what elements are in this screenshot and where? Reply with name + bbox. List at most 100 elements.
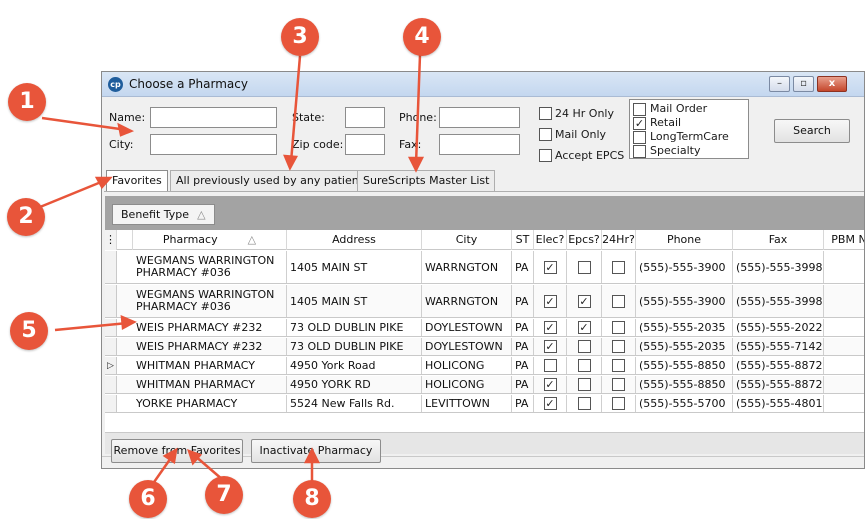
name-label: Name:	[109, 111, 146, 124]
table-row[interactable]: WEIS PHARMACY #232 73 OLD DUBLIN PIKE DOYL…	[105, 338, 864, 356]
specialty-checkbox[interactable]	[633, 145, 646, 158]
window-title: Choose a Pharmacy	[129, 77, 248, 91]
accept-epcs-checkbox[interactable]	[539, 149, 552, 162]
cell-elec: ✓	[534, 338, 567, 355]
table-row[interactable]: WHITMAN PHARMACY 4950 YORK RD HOLICONG PA ✓ (…	[105, 376, 864, 394]
state-input[interactable]	[345, 107, 385, 128]
city-input[interactable]	[150, 134, 277, 155]
hr24-checkbox[interactable]	[612, 359, 625, 372]
24hr-only-checkbox[interactable]	[539, 107, 552, 120]
title-bar[interactable]: cp Choose a Pharmacy – ▫ x	[102, 72, 864, 97]
column-header-pharmacy[interactable]: Pharmacy △	[133, 230, 287, 250]
cell-st: PA	[512, 285, 534, 317]
table-row[interactable]: ▷ WHITMAN PHARMACY 4950 York Road HOLICONG P…	[105, 357, 864, 375]
maximize-button[interactable]: ▫	[793, 76, 814, 92]
mail-only-checkbox[interactable]	[539, 128, 552, 141]
column-header-pbm[interactable]: PBM N	[824, 230, 864, 250]
current-row-icon: ▷	[107, 360, 114, 371]
epcs-checkbox[interactable]: ✓	[577, 321, 591, 334]
cell-st: PA	[512, 376, 534, 393]
hr24-checkbox[interactable]	[612, 294, 625, 308]
cell-hr24	[602, 251, 636, 283]
column-header-city[interactable]: City	[422, 230, 512, 250]
tab-all-previously-used[interactable]: All previously used by any patient	[170, 170, 370, 191]
row-selector[interactable]	[105, 338, 117, 355]
row-selector[interactable]	[105, 285, 117, 317]
row-selector[interactable]	[105, 376, 117, 393]
cell-elec: ✓	[534, 319, 567, 336]
epcs-checkbox[interactable]	[577, 340, 591, 353]
column-header-epcs[interactable]: Epcs?	[567, 230, 602, 250]
elec-checkbox[interactable]: ✓	[543, 294, 557, 308]
name-input[interactable]	[150, 107, 277, 128]
hr24-checkbox[interactable]	[612, 260, 625, 274]
specialty-label: Specialty	[650, 144, 701, 157]
elec-checkbox[interactable]: ✓	[543, 397, 557, 410]
cell-address: 5524 New Falls Rd.	[287, 395, 422, 412]
column-header-address[interactable]: Address	[287, 230, 422, 250]
cell-city: DOYLESTOWN	[422, 319, 512, 336]
column-header-24hr[interactable]: 24Hr?	[602, 230, 636, 250]
grid-header: ⋮ Pharmacy △ Address City ST Elec? Epcs? …	[105, 230, 864, 250]
cell-epcs	[567, 338, 602, 355]
epcs-checkbox[interactable]	[577, 359, 591, 372]
mail-order-checkbox[interactable]	[633, 103, 646, 116]
grid-menu-icon[interactable]: ⋮	[105, 230, 117, 250]
elec-checkbox[interactable]: ✓	[543, 378, 557, 391]
phone-input[interactable]	[439, 107, 520, 128]
retail-checkbox[interactable]: ✓	[633, 117, 646, 130]
cell-st: PA	[512, 251, 534, 283]
column-header-elec[interactable]: Elec?	[534, 230, 567, 250]
row-selector[interactable]: ▷	[105, 357, 117, 374]
elec-checkbox[interactable]: ✓	[543, 340, 557, 353]
tab-favorites[interactable]: Favorites	[106, 170, 168, 192]
benefit-type-group-chip[interactable]: Benefit Type △	[112, 204, 215, 225]
cell-pharmacy: YORKE PHARMACY	[133, 395, 287, 412]
hr24-checkbox[interactable]	[612, 397, 625, 410]
column-header-fax[interactable]: Fax	[733, 230, 824, 250]
elec-checkbox[interactable]	[543, 359, 557, 372]
mail-only-label: Mail Only	[555, 128, 607, 141]
column-header-pharmacy-label: Pharmacy	[162, 233, 218, 246]
cell-fax: (555)-555-7142	[733, 338, 824, 355]
epcs-checkbox[interactable]	[577, 397, 591, 410]
epcs-checkbox[interactable]: ✓	[577, 294, 591, 308]
tab-surescripts-master-list[interactable]: SureScripts Master List	[357, 170, 496, 191]
close-button[interactable]: x	[817, 76, 847, 92]
elec-checkbox[interactable]: ✓	[543, 321, 557, 334]
cell-elec: ✓	[534, 285, 567, 317]
elec-checkbox[interactable]: ✓	[543, 260, 557, 274]
column-header-phone[interactable]: Phone	[636, 230, 733, 250]
row-selector[interactable]	[105, 319, 117, 336]
zip-code-input[interactable]	[345, 134, 385, 155]
inactivate-pharmacy-button[interactable]: Inactivate Pharmacy	[251, 439, 381, 463]
row-selector[interactable]	[105, 251, 117, 283]
row-selector[interactable]	[105, 395, 117, 412]
remove-from-favorites-button[interactable]: Remove from Favorites	[111, 439, 243, 463]
table-row[interactable]: YORKE PHARMACY 5524 New Falls Rd. LEVITTOW…	[105, 395, 864, 413]
column-header-st[interactable]: ST	[512, 230, 534, 250]
callout-7: 7	[205, 476, 243, 514]
epcs-checkbox[interactable]	[577, 260, 591, 274]
hr24-checkbox[interactable]	[612, 321, 625, 334]
cell-pharmacy: WEIS PHARMACY #232	[133, 338, 287, 355]
epcs-checkbox[interactable]	[577, 378, 591, 391]
minimize-button[interactable]: –	[769, 76, 790, 92]
fax-input[interactable]	[439, 134, 520, 155]
table-row[interactable]: WEIS PHARMACY #232 73 OLD DUBLIN PIKE DOYL…	[105, 319, 864, 337]
cell-st: PA	[512, 319, 534, 336]
cell-pbm	[824, 285, 864, 317]
hr24-checkbox[interactable]	[612, 340, 625, 353]
cell-epcs	[567, 357, 602, 374]
table-row[interactable]: WEGMANS WARRINGTON PHARMACY #036 1405 MAI…	[105, 251, 864, 284]
choose-pharmacy-window: cp Choose a Pharmacy – ▫ x Name: City: S…	[101, 71, 865, 469]
table-row[interactable]: WEGMANS WARRINGTON PHARMACY #036 1405 MAI…	[105, 285, 864, 318]
long-term-care-checkbox[interactable]	[633, 131, 646, 144]
cell-fax: (555)-555-3998	[733, 251, 824, 283]
cell-phone: (555)-555-3900	[636, 251, 733, 283]
cell-epcs	[567, 395, 602, 412]
hr24-checkbox[interactable]	[612, 378, 625, 391]
search-button[interactable]: Search	[774, 119, 850, 143]
retail-label: Retail	[650, 116, 682, 129]
cell-address: 73 OLD DUBLIN PIKE	[287, 338, 422, 355]
